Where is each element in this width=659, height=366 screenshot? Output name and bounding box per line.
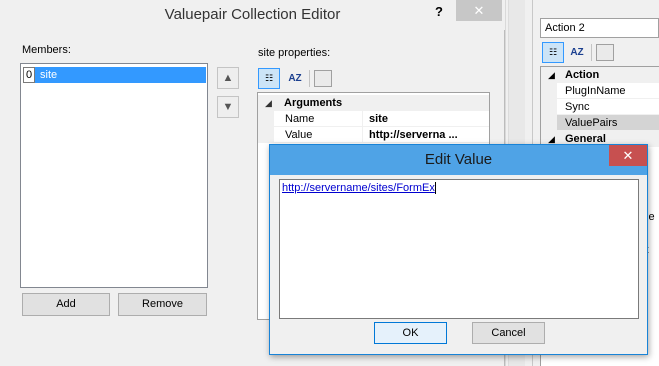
alphabetical-sort-icon[interactable]: AZ [566,42,588,63]
move-down-button[interactable]: ▼ [217,96,239,118]
edit-dialog-title: Edit Value [424,151,493,168]
row-gutter [541,115,557,131]
column-divider [362,127,363,143]
property-name: PlugInName [565,85,626,97]
edit-dialog-close-button[interactable]: ✕ [609,145,647,166]
member-index: 0 [23,67,35,83]
help-button[interactable]: ? [430,3,448,21]
collapse-icon[interactable]: ◢ [548,67,555,83]
categorized-view-icon[interactable]: ☷ [258,68,280,89]
category-arguments[interactable]: ◢ Arguments [258,95,489,111]
property-pages-icon[interactable] [596,44,614,61]
members-label: Members: [22,44,71,56]
category-label: Action [565,69,600,81]
member-name: site [40,69,58,81]
arrow-up-icon: ▲ [222,72,234,84]
property-pages-icon[interactable] [314,70,332,87]
row-gutter [258,127,274,143]
move-up-button[interactable]: ▲ [217,67,239,89]
toolbar-separator [591,44,592,61]
category-label: Arguments [284,97,343,109]
property-name: Name [285,113,315,125]
value-textarea[interactable]: http://servername/sites/FormEx [279,179,639,319]
property-row-sync[interactable]: Sync [541,99,659,115]
property-value[interactable]: http://serverna ... [369,127,458,143]
remove-button[interactable]: Remove [118,293,207,316]
properties-label: site properties: [258,47,331,59]
ok-button[interactable]: OK [374,322,447,344]
row-gutter [541,83,557,99]
add-button[interactable]: Add [22,293,110,316]
member-item-site[interactable]: 0 site [23,67,206,83]
text-caret [434,182,436,195]
value-text: http://servername/sites/FormEx [282,182,435,194]
toolbar-separator [309,70,310,87]
collapse-icon[interactable]: ◢ [265,95,272,111]
property-row-valuepairs[interactable]: ValuePairs [541,115,659,131]
row-gutter [541,99,557,115]
alphabetical-sort-icon[interactable]: AZ [284,68,306,89]
category-action[interactable]: ◢ Action [541,67,659,83]
object-selector[interactable]: Action 2 [540,18,659,38]
members-list[interactable]: 0 site [20,63,208,288]
editor-close-button[interactable]: ✕ [456,0,502,21]
property-value[interactable]: site [369,111,388,127]
property-row-pluginname[interactable]: PlugInName [541,83,659,99]
property-row-value[interactable]: Value http://serverna ... [258,127,489,143]
property-row-name[interactable]: Name site [258,111,489,127]
arrow-down-icon: ▼ [222,101,234,113]
categorized-view-icon[interactable]: ☷ [542,42,564,63]
property-name: ValuePairs [565,117,618,129]
property-name: Sync [565,101,590,113]
property-name: Value [285,129,313,141]
edit-value-dialog: Edit Value ✕ http://servername/sites/For… [269,144,648,355]
column-divider [362,111,363,127]
cancel-button[interactable]: Cancel [472,322,545,344]
row-gutter [258,111,274,127]
